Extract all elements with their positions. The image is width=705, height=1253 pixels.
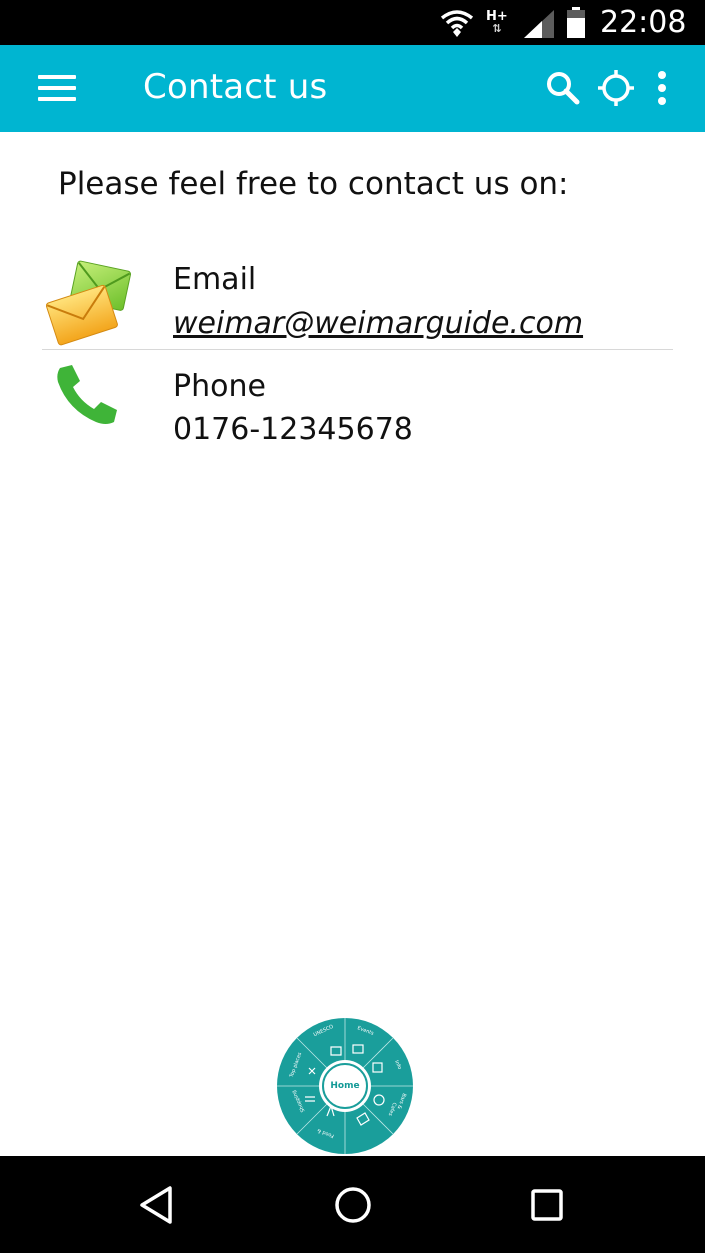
- app-bar: Contact us: [0, 45, 705, 132]
- page-title: Contact us: [143, 67, 328, 107]
- contact-screen: H+ ⇅ 22:08 Contact us Please feel free t…: [0, 0, 705, 1253]
- battery-icon: [566, 0, 586, 45]
- network-arrows-icon: ⇅: [492, 22, 502, 35]
- radial-home-menu[interactable]: Home Events Info Bars & Cafes Food & Sho…: [277, 1018, 413, 1154]
- wifi-icon: [440, 0, 474, 45]
- home-circle-icon[interactable]: [330, 1182, 376, 1228]
- menu-icon[interactable]: [38, 75, 78, 103]
- search-icon[interactable]: [543, 68, 583, 108]
- more-vert-icon[interactable]: [652, 68, 672, 108]
- phone-icon: [54, 364, 120, 426]
- email-label: Email: [173, 262, 257, 297]
- email-envelope-icon: [45, 258, 132, 348]
- contact-intro-text: Please feel free to contact us on:: [58, 166, 569, 202]
- phone-number[interactable]: 0176-12345678: [173, 412, 413, 447]
- signal-icon: [522, 0, 556, 45]
- navigation-bar: [0, 1156, 705, 1253]
- email-link[interactable]: weimar@weimarguide.com: [173, 306, 583, 341]
- radial-home-label: Home: [330, 1081, 360, 1091]
- network-type-indicator: H+ ⇅: [486, 4, 508, 40]
- contact-row-phone[interactable]: Phone 0176-12345678: [42, 352, 673, 452]
- recents-icon[interactable]: [524, 1182, 570, 1228]
- status-time: 22:08: [600, 5, 687, 40]
- status-bar: H+ ⇅ 22:08: [0, 0, 705, 45]
- back-icon[interactable]: [134, 1182, 180, 1228]
- contact-row-email[interactable]: Email weimar@weimarguide.com: [42, 252, 673, 350]
- phone-label: Phone: [173, 369, 266, 404]
- locate-icon[interactable]: [596, 68, 636, 108]
